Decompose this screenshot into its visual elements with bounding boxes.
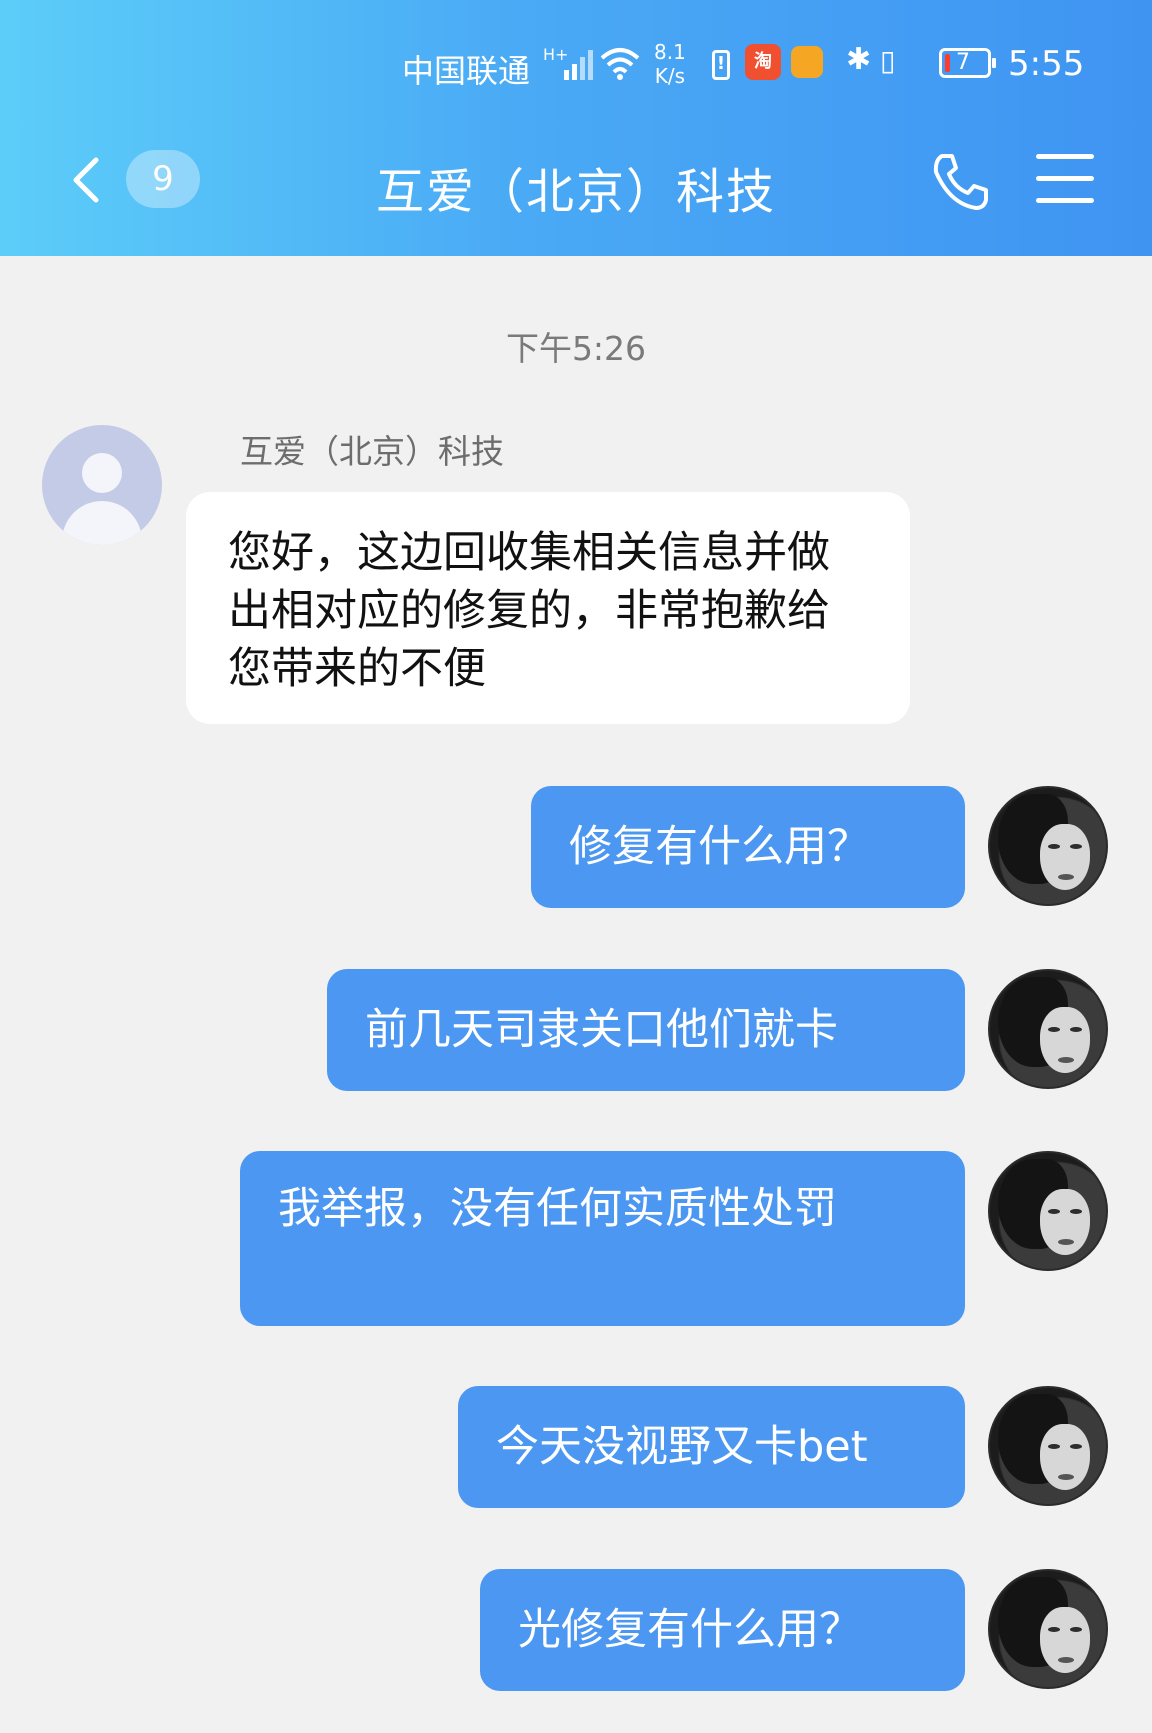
contact-avatar[interactable] xyxy=(42,425,162,545)
outgoing-message-bubble[interactable]: 修复有什么用？ xyxy=(531,786,965,908)
network-speed: 8.1 K/s xyxy=(654,40,686,88)
back-button[interactable]: 9 xyxy=(58,148,208,212)
user-avatar[interactable] xyxy=(988,969,1108,1089)
message-timestamp: 下午5:26 xyxy=(505,329,647,368)
user-avatar[interactable] xyxy=(988,786,1108,906)
user-avatar[interactable] xyxy=(988,1151,1108,1271)
speed-unit: K/s xyxy=(654,64,686,88)
user-avatar[interactable] xyxy=(988,1386,1108,1506)
sender-name: 互爱（北京）科技 xyxy=(240,432,504,471)
status-bar: 中国联通 H+ 8.1 K/s ! 淘 ✱ ▯ 7 5:55 xyxy=(0,36,1152,96)
battery-level: 7 xyxy=(956,50,970,75)
incoming-message-bubble[interactable]: 您好，这边回收集相关信息并做出相对应的修复的，非常抱歉给您带来的不便 xyxy=(186,492,910,724)
vibrate-icon: ▯ xyxy=(880,44,896,77)
phone-icon[interactable] xyxy=(928,150,992,214)
taobao-icon: 淘 xyxy=(745,44,781,80)
wifi-icon xyxy=(600,48,640,80)
alert-icon: ! xyxy=(712,50,730,80)
outgoing-message-bubble[interactable]: 我举报，没有任何实质性处罚 xyxy=(240,1151,965,1326)
bluetooth-icon: ✱ xyxy=(846,42,872,77)
carrier-label: 中国联通 xyxy=(402,52,531,90)
signal-icon xyxy=(564,50,593,80)
chat-title: 互爱（北京）科技 xyxy=(375,164,776,220)
app-header: 中国联通 H+ 8.1 K/s ! 淘 ✱ ▯ 7 5:55 9 互爱（北京）科… xyxy=(0,0,1152,256)
outgoing-message-bubble[interactable]: 前几天司隶关口他们就卡 xyxy=(327,969,965,1091)
speed-value: 8.1 xyxy=(654,40,686,64)
battery-icon: 7 xyxy=(939,48,996,78)
app-notification-icon xyxy=(791,46,823,78)
status-time: 5:55 xyxy=(1008,44,1085,84)
user-avatar[interactable] xyxy=(988,1569,1108,1689)
menu-icon[interactable] xyxy=(1036,152,1094,206)
nav-bar: 9 互爱（北京）科技 xyxy=(0,130,1152,230)
outgoing-message-bubble[interactable]: 光修复有什么用？ xyxy=(480,1569,965,1691)
unread-count-badge: 9 xyxy=(126,150,200,208)
outgoing-message-bubble[interactable]: 今天没视野又卡bet xyxy=(458,1386,965,1508)
chevron-left-icon xyxy=(73,157,99,203)
